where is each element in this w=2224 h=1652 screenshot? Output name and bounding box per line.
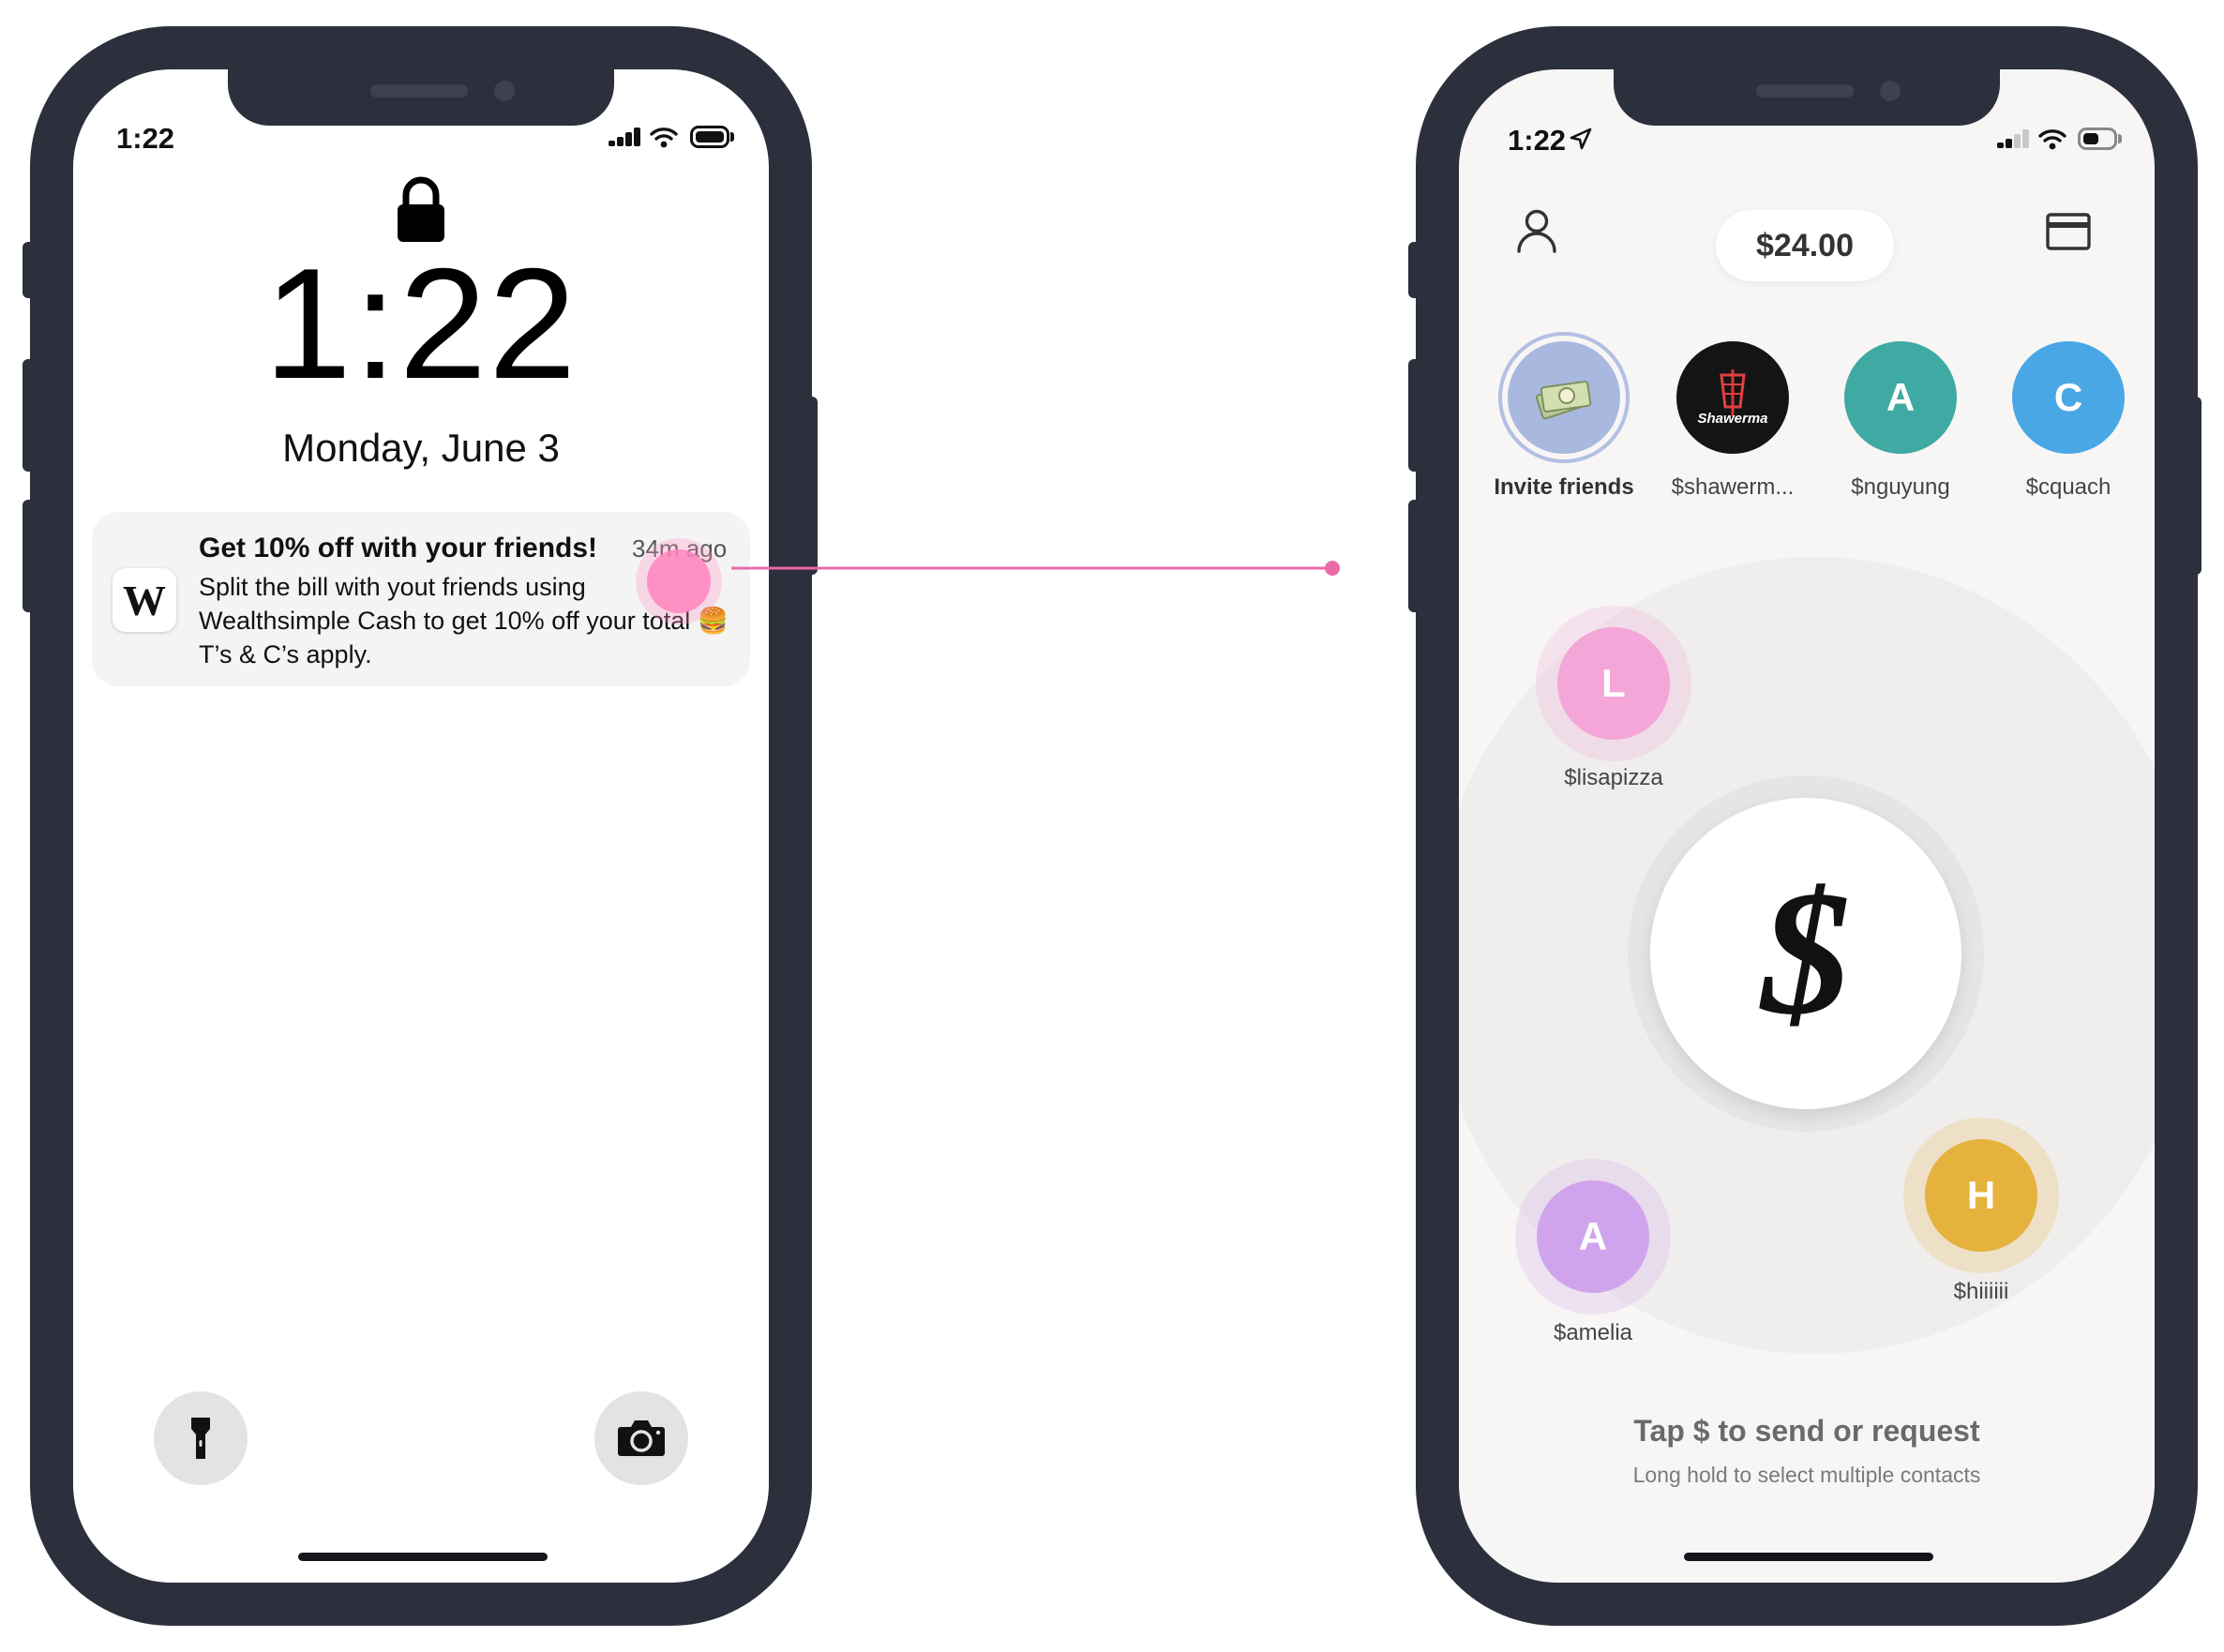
signal-icon	[1997, 129, 2031, 148]
contact-label: $shawerm...	[1671, 474, 1795, 500]
right-phone-frame: 1:22 $24.00 Invite friends Shawerma $sha…	[1416, 26, 2198, 1626]
location-arrow-icon	[1570, 128, 1592, 150]
speaker	[1756, 84, 1854, 98]
hint-title: Tap $ to send or request	[1633, 1414, 1980, 1448]
home-indicator	[1684, 1553, 1933, 1561]
invite-friends-avatar	[1508, 341, 1620, 454]
shawerma-avatar: Shawerma	[1676, 341, 1789, 454]
cash-app-screen: 1:22 $24.00 Invite friends Shawerma $sha…	[1459, 69, 2155, 1583]
notch	[1614, 69, 2000, 126]
nguyung-avatar: A	[1844, 341, 1957, 454]
contact-label: $cquach	[2025, 474, 2111, 500]
profile-icon[interactable]	[1515, 208, 1558, 253]
battery-icon	[2078, 128, 2123, 150]
shawerma-spit-icon	[1720, 368, 1746, 416]
amelia-avatar: A	[1537, 1180, 1649, 1293]
money-bag-icon	[1535, 381, 1592, 420]
wifi-icon	[2038, 129, 2066, 150]
contact-label: $nguyung	[1851, 474, 1950, 500]
cquach-avatar: C	[2012, 341, 2125, 454]
front-camera	[1880, 81, 1901, 101]
shawerma-logo-text: Shawerma	[1697, 410, 1768, 427]
contact-label: $amelia	[1553, 1320, 1633, 1345]
contact-label: $hiiiiii	[1953, 1279, 2009, 1304]
connector-end-dot	[1325, 561, 1340, 576]
contact-label: $lisapizza	[1564, 765, 1663, 790]
hint-subtitle: Long hold to select multiple contacts	[1632, 1463, 1981, 1487]
dollar-symbol: $	[1761, 855, 1851, 1052]
card-icon[interactable]	[2046, 213, 2091, 250]
send-request-button[interactable]: $	[1650, 798, 1961, 1109]
status-time: 1:22	[1508, 124, 1567, 157]
hiiiiii-avatar: H	[1925, 1139, 2037, 1252]
balance-pill[interactable]: $24.00	[1716, 210, 1894, 281]
lisapizza-avatar: L	[1557, 627, 1670, 740]
contact-label: Invite friends	[1494, 474, 1634, 500]
